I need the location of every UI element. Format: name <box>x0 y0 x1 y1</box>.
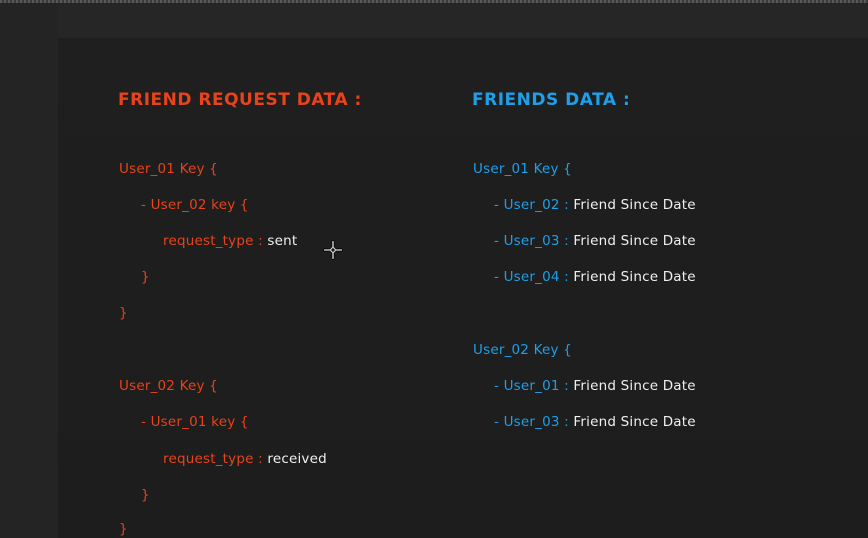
friend-user-id: - User_03 <box>494 233 560 249</box>
friends-user2-item: - User_01 : Friend Since Date <box>494 378 696 394</box>
request-user1-inner-close: } <box>141 269 150 285</box>
request-type-label: request_type <box>163 451 254 467</box>
request-user1-key: User_01 Key { <box>119 161 218 177</box>
request-type-colon: : <box>253 233 268 249</box>
friend-user-id: - User_02 <box>494 197 560 213</box>
request-type-label: request_type <box>163 233 254 249</box>
friend-since-value: Friend Since Date <box>573 197 696 213</box>
friends-user1-key: User_01 Key { <box>473 161 572 177</box>
friend-user-id: - User_01 <box>494 378 560 394</box>
friend-request-title: FRIEND REQUEST DATA : <box>118 90 362 110</box>
friend-colon: : <box>559 233 574 249</box>
request-user2-type-row: request_type : received <box>163 451 327 467</box>
friend-colon: : <box>559 414 574 430</box>
request-user1-close: } <box>119 305 128 321</box>
friend-since-value: Friend Since Date <box>573 414 696 430</box>
request-user1-type-row: request_type : sent <box>163 233 297 249</box>
friend-colon: : <box>559 197 574 213</box>
request-type-value: received <box>267 451 327 467</box>
top-margin-panel <box>58 3 868 38</box>
request-user2-inner-close: } <box>141 487 150 503</box>
friend-since-value: Friend Since Date <box>573 378 696 394</box>
friends-user2-item: - User_03 : Friend Since Date <box>494 414 696 430</box>
friends-user1-item: - User_02 : Friend Since Date <box>494 197 696 213</box>
request-type-colon: : <box>253 451 268 467</box>
friends-data-title: FRIENDS DATA : <box>472 90 631 110</box>
friend-user-id: - User_03 <box>494 414 560 430</box>
crosshair-move-cursor-icon <box>323 240 343 260</box>
friend-colon: : <box>559 269 574 285</box>
friend-since-value: Friend Since Date <box>573 269 696 285</box>
request-user2-close: } <box>119 521 128 537</box>
friend-colon: : <box>559 378 574 394</box>
left-margin-panel <box>0 3 58 538</box>
friends-user2-key: User_02 Key { <box>473 342 572 358</box>
friends-user1-item: - User_03 : Friend Since Date <box>494 233 696 249</box>
request-type-value: sent <box>267 233 298 249</box>
request-user2-key: User_02 Key { <box>119 378 218 394</box>
request-user2-inner-key: - User_01 key { <box>141 414 249 430</box>
friends-user1-item: - User_04 : Friend Since Date <box>494 269 696 285</box>
friend-since-value: Friend Since Date <box>573 233 696 249</box>
request-user1-inner-key: - User_02 key { <box>141 197 249 213</box>
friend-user-id: - User_04 <box>494 269 560 285</box>
